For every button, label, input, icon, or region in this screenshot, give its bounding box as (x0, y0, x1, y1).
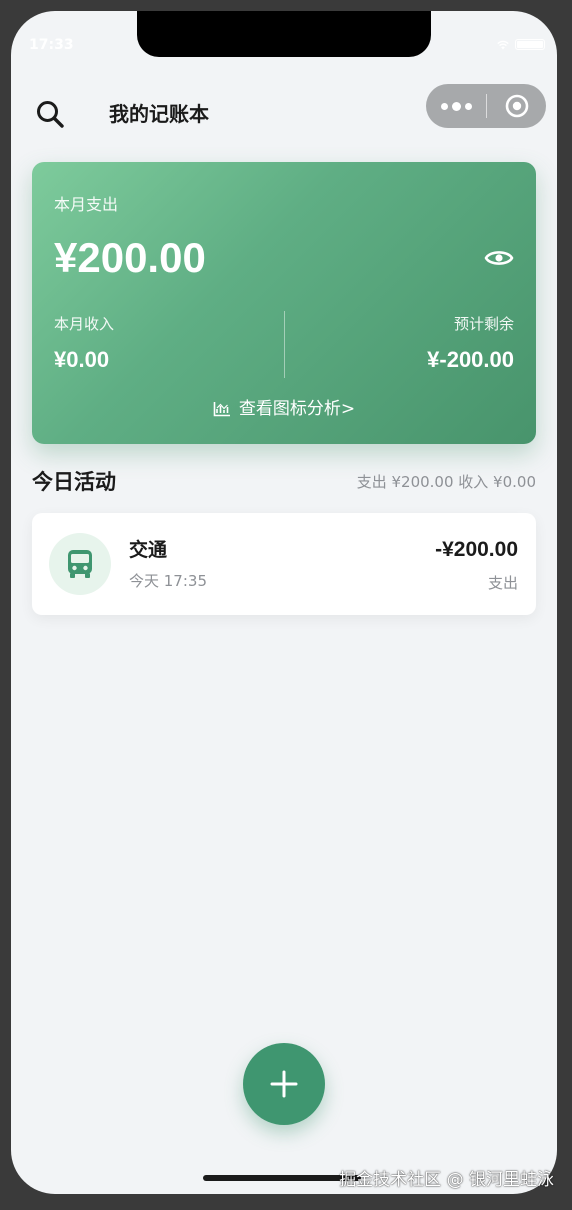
search-button[interactable] (33, 97, 67, 131)
remaining-label: 预计剩余 (453, 315, 514, 333)
today-activity-title: 今日活动 (32, 470, 116, 494)
target-close-icon (505, 94, 528, 118)
chart-link-text: 查看图标分析 (238, 399, 341, 419)
search-icon (37, 101, 64, 128)
view-chart-analysis-link[interactable]: 查看图标分析> (32, 398, 536, 420)
monthly-summary-card: 本月支出 ¥200.00 本月收入 ¥0.00 预计剩余 ¥-200.00 查看… (32, 162, 536, 444)
view-chart-analysis-label: 查看图标分析> (239, 398, 355, 420)
page-title: 我的记账本 (109, 102, 209, 126)
app-screen: 17:33 我的记账本 本月支出 ¥200.00 本月收入 ¥0.00 预计剩余… (11, 11, 557, 1194)
eye-icon (484, 251, 514, 265)
transaction-item[interactable]: 交通 今天 17:35 -¥200.00 支出 (32, 513, 536, 615)
device-frame: 17:33 我的记账本 本月支出 ¥200.00 本月收入 ¥0.00 预计剩余… (0, 0, 572, 1210)
chevron-right-icon: > (340, 399, 356, 419)
monthly-income-amount: ¥0.00 (54, 347, 110, 372)
remaining-amount: ¥-200.00 (427, 347, 514, 372)
plus-icon (270, 1070, 298, 1098)
status-indicators (497, 39, 545, 50)
watermark: 掘金技术社区 @ 银河里蛙泳 (339, 1170, 554, 1190)
device-notch (137, 11, 431, 57)
chart-icon (213, 402, 230, 417)
status-time: 17:33 (29, 37, 74, 53)
more-dots-icon-center (451, 101, 461, 111)
card-divider (284, 311, 285, 378)
mini-program-capsule (426, 84, 546, 128)
battery-icon (515, 39, 545, 50)
home-indicator[interactable] (203, 1175, 361, 1181)
more-button[interactable] (426, 84, 486, 128)
transaction-type: 支出 (487, 574, 518, 592)
transaction-time: 今天 17:35 (129, 572, 207, 590)
more-dots-icon (440, 102, 448, 110)
bus-icon (68, 550, 92, 578)
wifi-icon (497, 40, 509, 49)
add-record-button[interactable] (243, 1043, 325, 1125)
monthly-spend-amount: ¥200.00 (54, 234, 206, 281)
close-mini-program-button[interactable] (487, 84, 546, 128)
monthly-spend-label: 本月支出 (54, 195, 119, 214)
more-dots-icon-end (464, 102, 472, 110)
transaction-amount: -¥200.00 (435, 538, 518, 561)
transaction-category: 交通 (129, 539, 168, 561)
monthly-income-label: 本月收入 (54, 315, 115, 333)
today-activity-summary: 支出 ¥200.00 收入 ¥0.00 (356, 473, 536, 491)
transaction-category-badge (49, 533, 111, 595)
toggle-visibility-button[interactable] (484, 244, 514, 272)
